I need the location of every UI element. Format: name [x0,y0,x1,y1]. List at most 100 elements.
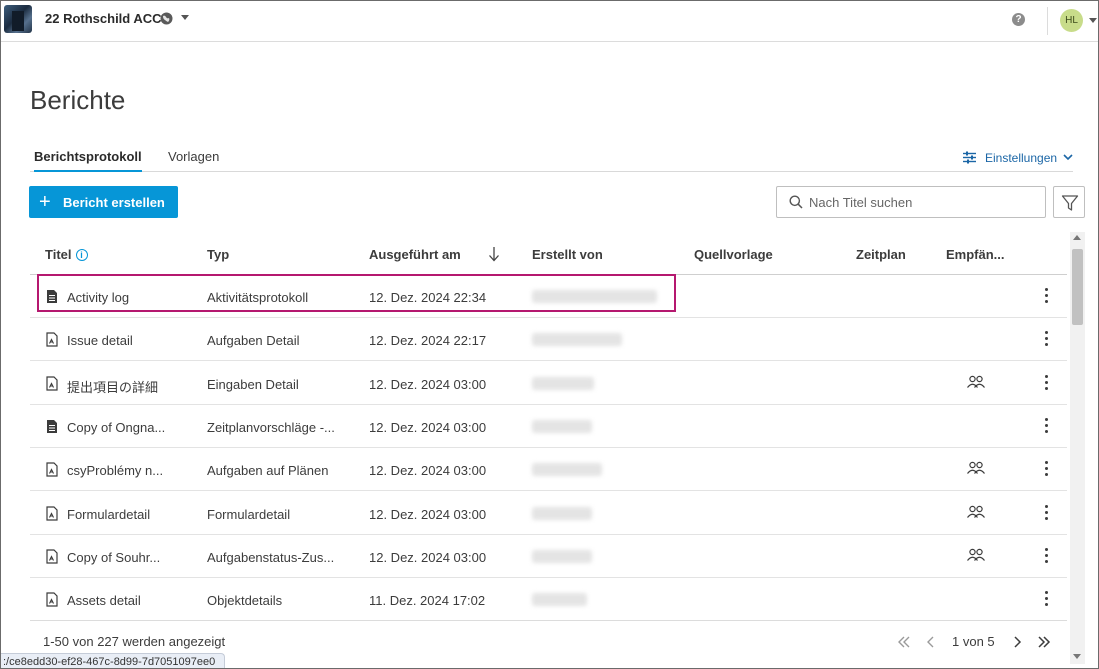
row-creator-redacted [532,290,657,303]
row-run-date: 12. Dez. 2024 03:00 [369,506,487,522]
column-header-schedule[interactable]: Zeitplan [856,247,906,262]
scroll-thumb[interactable] [1072,249,1083,325]
more-options-icon[interactable] [1040,287,1052,305]
create-report-label: Bericht erstellen [63,195,165,210]
more-options-icon[interactable] [1040,460,1052,478]
project-thumbnail[interactable] [4,5,32,33]
settings-label: Einstellungen [985,151,1058,165]
column-title-label: Titel [45,247,72,262]
column-header-source[interactable]: Quellvorlage [694,247,773,262]
row-type: Eingaben Detail [207,376,299,392]
column-header-creator[interactable]: Erstellt von [532,247,603,262]
table-row[interactable]: Formulardetail Formulardetail 12. Dez. 202… [30,492,1067,535]
page-title: Berichte [30,85,126,115]
more-options-icon[interactable] [1040,547,1052,565]
previous-page-icon[interactable] [925,635,937,649]
row-type: Zeitplanvorschläge -... [207,419,335,435]
table-scrollbar[interactable] [1070,232,1085,664]
row-type: Aktivitätsprotokoll [207,290,309,305]
row-type: Aufgaben Detail [207,333,300,349]
row-title[interactable]: Copy of Souhr... [67,550,160,565]
footer-divider [30,620,1067,621]
scroll-down-arrow-icon[interactable] [1073,654,1081,659]
table-row[interactable]: Assets detail Objektdetails 11. Dez. 2024 … [30,578,1067,620]
top-bar: 22 Rothschild ACC ? HL [1,1,1098,42]
user-menu-chevron-down-icon[interactable] [1089,18,1097,23]
column-header-type[interactable]: Typ [207,247,229,262]
info-icon[interactable]: i [75,249,88,261]
sort-descending-icon[interactable] [488,246,500,262]
row-title[interactable]: Issue detail [67,333,133,348]
tab-berichtsprotokoll[interactable]: Berichtsprotokoll [34,149,142,172]
row-run-date: 11. Dez. 2024 17:02 [369,593,486,609]
more-options-icon[interactable] [1040,374,1052,392]
report-file-icon [47,419,57,433]
report-file-icon [46,332,58,347]
people-icon[interactable] [966,375,986,389]
people-icon[interactable] [966,505,986,519]
app-window: 22 Rothschild ACC ? HL Berichte Berichts… [0,0,1099,669]
row-creator-redacted [532,419,592,433]
report-file-icon [47,290,57,303]
row-title[interactable]: Copy of Ongna... [67,420,165,435]
chevron-down-icon [1063,154,1073,161]
last-page-icon[interactable] [1037,635,1051,649]
more-options-icon[interactable] [1040,330,1052,348]
report-file-icon [46,375,58,391]
first-page-icon[interactable] [897,635,911,649]
filter-button[interactable] [1053,186,1085,218]
row-creator-redacted [532,593,587,607]
row-run-date: 12. Dez. 2024 22:34 [369,290,487,305]
result-count: 1-50 von 227 werden angezeigt [43,634,226,649]
search-input[interactable] [809,192,1034,212]
tab-bar: Berichtsprotokoll Vorlagen [30,147,1073,172]
scroll-up-arrow-icon[interactable] [1073,235,1081,240]
column-header-title[interactable]: Titel i [45,247,88,262]
page-indicator: 1 von 5 [952,634,995,649]
column-header-recipients[interactable]: Empfän... [946,247,1005,262]
row-type: Aufgaben auf Plänen [207,463,329,479]
more-options-icon[interactable] [1040,590,1052,608]
more-options-icon[interactable] [1040,504,1052,522]
project-title[interactable]: 22 Rothschild ACC [45,11,162,26]
project-menu-chevron-down-icon[interactable] [181,15,189,20]
row-run-date: 12. Dez. 2024 03:00 [369,419,487,435]
status-bar-url: :/ce8edd30-ef28-467c-8d99-7d7051097ee0 [1,653,225,668]
table-row[interactable]: 提出項目の詳細 Eingaben Detail 12. Dez. 2024 03:0… [30,362,1067,405]
search-icon [789,195,803,209]
row-title[interactable]: Assets detail [67,593,141,608]
report-file-icon [46,592,58,607]
filter-icon [1061,195,1079,211]
table-header: Titel i Typ Ausgeführt am Erstellt von Qu… [30,232,1067,275]
table-row[interactable]: Issue detail Aufgaben Detail 12. Dez. 2024… [30,318,1067,362]
tab-vorlagen[interactable]: Vorlagen [168,149,219,172]
create-report-button[interactable]: + Bericht erstellen [29,186,178,218]
help-icon[interactable]: ? [1012,13,1025,26]
table-row[interactable]: Activity log Aktivitätsprotokoll 12. Dez. … [30,275,1067,318]
row-creator-redacted [532,333,622,347]
reports-table: Titel i Typ Ausgeführt am Erstellt von Qu… [30,232,1067,620]
more-options-icon[interactable] [1040,417,1052,435]
avatar[interactable]: HL [1060,9,1083,32]
globe-icon[interactable] [160,12,173,25]
next-page-icon[interactable] [1011,635,1023,649]
table-row[interactable]: Copy of Ongna... Zeitplanvorschläge -... 1… [30,405,1067,448]
report-file-icon [46,549,58,564]
row-title[interactable]: Activity log [67,290,129,305]
row-creator-redacted [532,506,592,520]
people-icon[interactable] [966,461,986,475]
column-header-run[interactable]: Ausgeführt am [369,247,461,262]
table-row[interactable]: Copy of Souhr... Aufgabenstatus-Zus... 12.… [30,535,1067,578]
row-creator-redacted [532,463,602,477]
search-box[interactable] [776,186,1046,218]
sliders-icon [963,151,976,164]
row-creator-redacted [532,376,594,390]
row-title[interactable]: csyProblémy n... [67,463,163,478]
report-file-icon [46,462,58,477]
row-title[interactable]: 提出項目の詳細 [67,377,158,396]
plus-icon: + [39,191,51,213]
row-title[interactable]: Formulardetail [67,507,150,522]
row-type: Aufgabenstatus-Zus... [207,549,335,565]
table-row[interactable]: csyProblémy n... Aufgaben auf Plänen 12. D… [30,448,1067,492]
people-icon[interactable] [966,548,986,562]
